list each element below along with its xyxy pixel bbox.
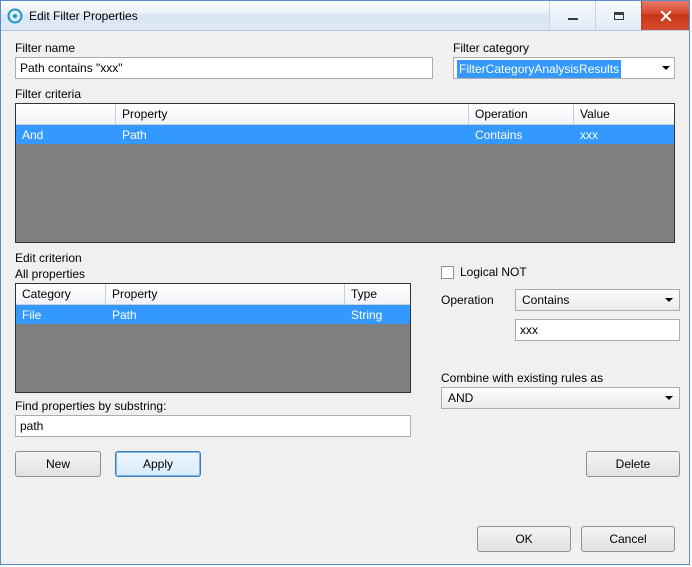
criteria-col-property: Property bbox=[116, 104, 469, 125]
minimize-button[interactable] bbox=[549, 1, 595, 30]
filter-category-select[interactable]: FilterCategoryAnalysisResults bbox=[453, 57, 675, 79]
criteria-col-operation: Operation bbox=[469, 104, 574, 125]
prop-cell-category: File bbox=[16, 307, 106, 323]
operation-select[interactable]: Contains bbox=[515, 289, 680, 311]
prop-cell-type: String bbox=[345, 307, 410, 323]
new-button[interactable]: New bbox=[15, 451, 101, 477]
criteria-cell-operation: Contains bbox=[469, 127, 574, 143]
filter-name-input[interactable] bbox=[15, 57, 433, 79]
app-icon bbox=[7, 8, 23, 24]
criteria-grid[interactable]: Property Operation Value And Path Contai… bbox=[15, 103, 675, 243]
titlebar[interactable]: Edit Filter Properties bbox=[1, 1, 689, 31]
criteria-cell-property: Path bbox=[116, 127, 469, 143]
chevron-down-icon bbox=[665, 396, 673, 400]
maximize-button[interactable] bbox=[595, 1, 641, 30]
filter-category-selected: FilterCategoryAnalysisResults bbox=[457, 60, 621, 78]
filter-category-label: Filter category bbox=[453, 41, 675, 55]
combine-label: Combine with existing rules as bbox=[441, 371, 680, 385]
window-buttons bbox=[549, 1, 689, 30]
ok-button[interactable]: OK bbox=[477, 526, 571, 552]
prop-col-property: Property bbox=[106, 284, 345, 305]
dialog-window: Edit Filter Properties Filter name Filte… bbox=[0, 0, 690, 565]
apply-button[interactable]: Apply bbox=[115, 451, 201, 477]
criteria-col-logic bbox=[16, 104, 116, 125]
delete-button[interactable]: Delete bbox=[586, 451, 680, 477]
close-button[interactable] bbox=[641, 1, 689, 30]
dialog-content: Filter name Filter category FilterCatego… bbox=[1, 31, 689, 564]
edit-criterion-label: Edit criterion bbox=[15, 251, 411, 265]
operation-selected: Contains bbox=[522, 293, 569, 307]
criteria-cell-logic: And bbox=[16, 127, 116, 143]
properties-grid[interactable]: Category Property Type File Path String bbox=[15, 283, 411, 393]
logical-not-checkbox[interactable]: Logical NOT bbox=[441, 265, 680, 279]
filter-criteria-label: Filter criteria bbox=[15, 87, 675, 101]
window-title: Edit Filter Properties bbox=[29, 9, 549, 23]
criteria-row[interactable]: And Path Contains xxx bbox=[16, 125, 674, 144]
filter-name-label: Filter name bbox=[15, 41, 433, 55]
prop-col-category: Category bbox=[16, 284, 106, 305]
properties-row[interactable]: File Path String bbox=[16, 305, 410, 324]
criteria-header: Property Operation Value bbox=[16, 104, 674, 125]
value-input[interactable] bbox=[515, 319, 680, 341]
checkbox-icon bbox=[441, 266, 454, 279]
all-properties-label: All properties bbox=[15, 267, 411, 281]
criteria-col-value: Value bbox=[574, 104, 674, 125]
cancel-button[interactable]: Cancel bbox=[581, 526, 675, 552]
logical-not-label: Logical NOT bbox=[460, 265, 527, 279]
prop-cell-property: Path bbox=[106, 307, 345, 323]
prop-col-type: Type bbox=[345, 284, 410, 305]
combine-select[interactable]: AND bbox=[441, 387, 680, 409]
properties-header: Category Property Type bbox=[16, 284, 410, 305]
operation-label: Operation bbox=[441, 293, 505, 307]
find-properties-label: Find properties by substring: bbox=[15, 399, 411, 413]
chevron-down-icon bbox=[662, 66, 670, 70]
combine-selected: AND bbox=[448, 391, 473, 405]
criteria-cell-value: xxx bbox=[574, 127, 674, 143]
chevron-down-icon bbox=[665, 298, 673, 302]
find-properties-input[interactable] bbox=[15, 415, 411, 437]
